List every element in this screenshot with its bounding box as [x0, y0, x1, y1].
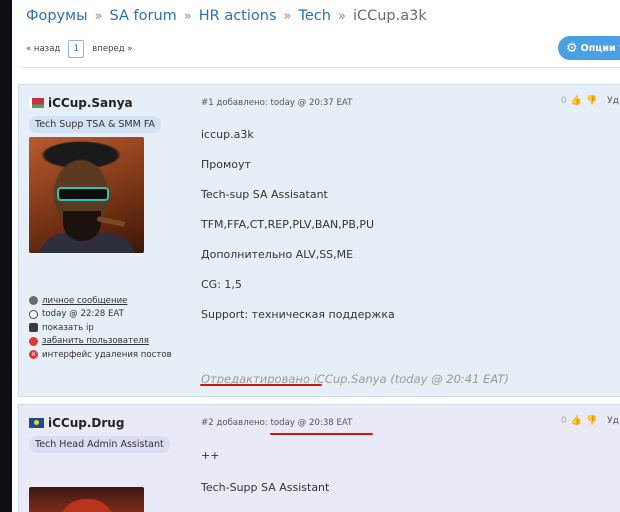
post-meta-timestamp: today @ 20:38 EAT	[270, 418, 353, 428]
breadcrumb-current: iCCup.a3k	[352, 8, 427, 24]
author-group-badge: Tech Supp TSA & SMM FA	[29, 116, 161, 133]
forum-post: iCCup.Sanya Tech Supp TSA & SMM FA лично…	[18, 84, 620, 397]
delete-icon: ✕	[29, 350, 38, 360]
avatar	[29, 137, 144, 253]
options-button[interactable]: ⚙ Опции т	[558, 36, 620, 60]
post-body: ++ Tech-Supp SA Assistant	[201, 449, 329, 512]
pagination: « назад 1 вперед »	[26, 39, 132, 59]
delete-posts-link[interactable]: интерфейс удаления постов	[42, 350, 172, 360]
post-action-truncated[interactable]: Уд	[607, 96, 619, 106]
thumbs-down-icon[interactable]: 👎	[586, 416, 597, 426]
breadcrumb-separator: »	[183, 8, 192, 24]
local-time-row: today @ 22:28 EAT	[29, 308, 172, 322]
thumbs-up-icon[interactable]: 👍	[571, 416, 582, 426]
breadcrumb-separator: »	[94, 8, 103, 24]
avatar	[29, 487, 144, 512]
forum-post: iCCup.Drug Tech Head Admin Assistant #2 …	[18, 404, 620, 512]
author-name[interactable]: iCCup.Drug	[29, 416, 124, 430]
forum-page: Форумы » SA forum » HR actions » Tech » …	[12, 0, 620, 512]
divider	[22, 67, 620, 68]
post-action-truncated[interactable]: Уд	[607, 416, 619, 426]
post-meta: #1 добавлено: today @ 20:37 EAT	[201, 98, 353, 108]
post-body: iccup.a3k Промоут Tech-sup SA Assisatant…	[201, 128, 395, 338]
edited-timestamp: (today @ 20:41 EAT)	[390, 372, 509, 386]
post-line: TFM,FFA,CT,REP,PLV,BAN,PB,PU	[201, 218, 375, 231]
options-button-label: Опции т	[580, 42, 620, 54]
message-icon	[29, 296, 38, 306]
rating-count: 0	[561, 416, 567, 426]
rating-count: 0	[561, 96, 567, 106]
post-line: Дополнительно ALV,SS,ME	[201, 248, 354, 261]
author-group-badge: Tech Head Admin Assistant	[29, 436, 170, 453]
red-underline-annotation	[200, 384, 322, 386]
post-line: Промоут	[201, 158, 251, 171]
ip-icon	[29, 323, 38, 333]
breadcrumb-sa-forum[interactable]: SA forum	[110, 8, 177, 24]
thumbs-up-icon[interactable]: 👍	[571, 96, 582, 106]
post-content: #1 добавлено: today @ 20:37 EAT 0 👍 👎 Уд…	[201, 85, 620, 396]
breadcrumb-hr-actions[interactable]: HR actions	[199, 8, 277, 24]
red-underline-annotation	[270, 433, 373, 435]
post-author-panel: iCCup.Sanya Tech Supp TSA & SMM FA лично…	[19, 85, 189, 396]
post-rating: 0 👍 👎 Уд	[561, 96, 619, 106]
show-ip-row[interactable]: показать ip	[29, 321, 172, 335]
pager-current-page[interactable]: 1	[68, 40, 85, 58]
author-name-text: iCCup.Sanya	[48, 96, 133, 110]
gear-icon: ⚙	[566, 40, 578, 56]
post-line: Support: техническая поддержка	[201, 308, 395, 321]
author-name-text: iCCup.Drug	[48, 416, 125, 430]
private-message-row[interactable]: личное сообщение	[29, 294, 172, 308]
breadcrumb-tech[interactable]: Tech	[298, 8, 330, 24]
post-meta-prefix: #2 добавлено:	[201, 418, 271, 428]
delete-posts-row[interactable]: ✕ интерфейс удаления постов	[29, 348, 172, 362]
local-time-text: today @ 22:28 EAT	[42, 309, 124, 320]
private-message-link[interactable]: личное сообщение	[42, 296, 127, 306]
post-line: ++	[201, 449, 220, 462]
breadcrumb-separator: »	[337, 8, 346, 24]
pager-prev-link[interactable]: « назад	[26, 44, 60, 54]
post-line: Tech-Supp SA Assistant	[201, 481, 330, 494]
pirate-flag-icon	[29, 418, 44, 428]
post-content: #2 добавлено: today @ 20:38 EAT 0 👍 👎 Уд…	[201, 405, 620, 512]
post-rating: 0 👍 👎 Уд	[561, 416, 619, 426]
ban-user-link[interactable]: забанить пользователя	[42, 336, 149, 346]
post-meta: #2 добавлено: today @ 20:38 EAT	[201, 418, 352, 428]
author-links: личное сообщение today @ 22:28 EAT показ…	[29, 294, 172, 362]
post-line: CG: 1,5	[201, 278, 242, 291]
ban-user-row[interactable]: забанить пользователя	[29, 335, 172, 349]
breadcrumb-forums[interactable]: Форумы	[26, 8, 88, 24]
pager-next-link[interactable]: вперед »	[92, 44, 132, 54]
post-line: Tech-sup SA Assisatant	[201, 188, 328, 201]
breadcrumb: Форумы » SA forum » HR actions » Tech » …	[26, 6, 427, 26]
show-ip-link[interactable]: показать ip	[42, 323, 94, 333]
author-name[interactable]: iCCup.Sanya	[29, 96, 133, 110]
post-author-panel: iCCup.Drug Tech Head Admin Assistant	[19, 405, 189, 512]
breadcrumb-separator: »	[283, 8, 292, 24]
thumbs-down-icon[interactable]: 👎	[586, 96, 597, 106]
clock-icon	[29, 309, 38, 319]
belarus-flag-icon	[29, 98, 44, 108]
power-icon	[29, 336, 38, 346]
post-line: iccup.a3k	[201, 128, 254, 141]
